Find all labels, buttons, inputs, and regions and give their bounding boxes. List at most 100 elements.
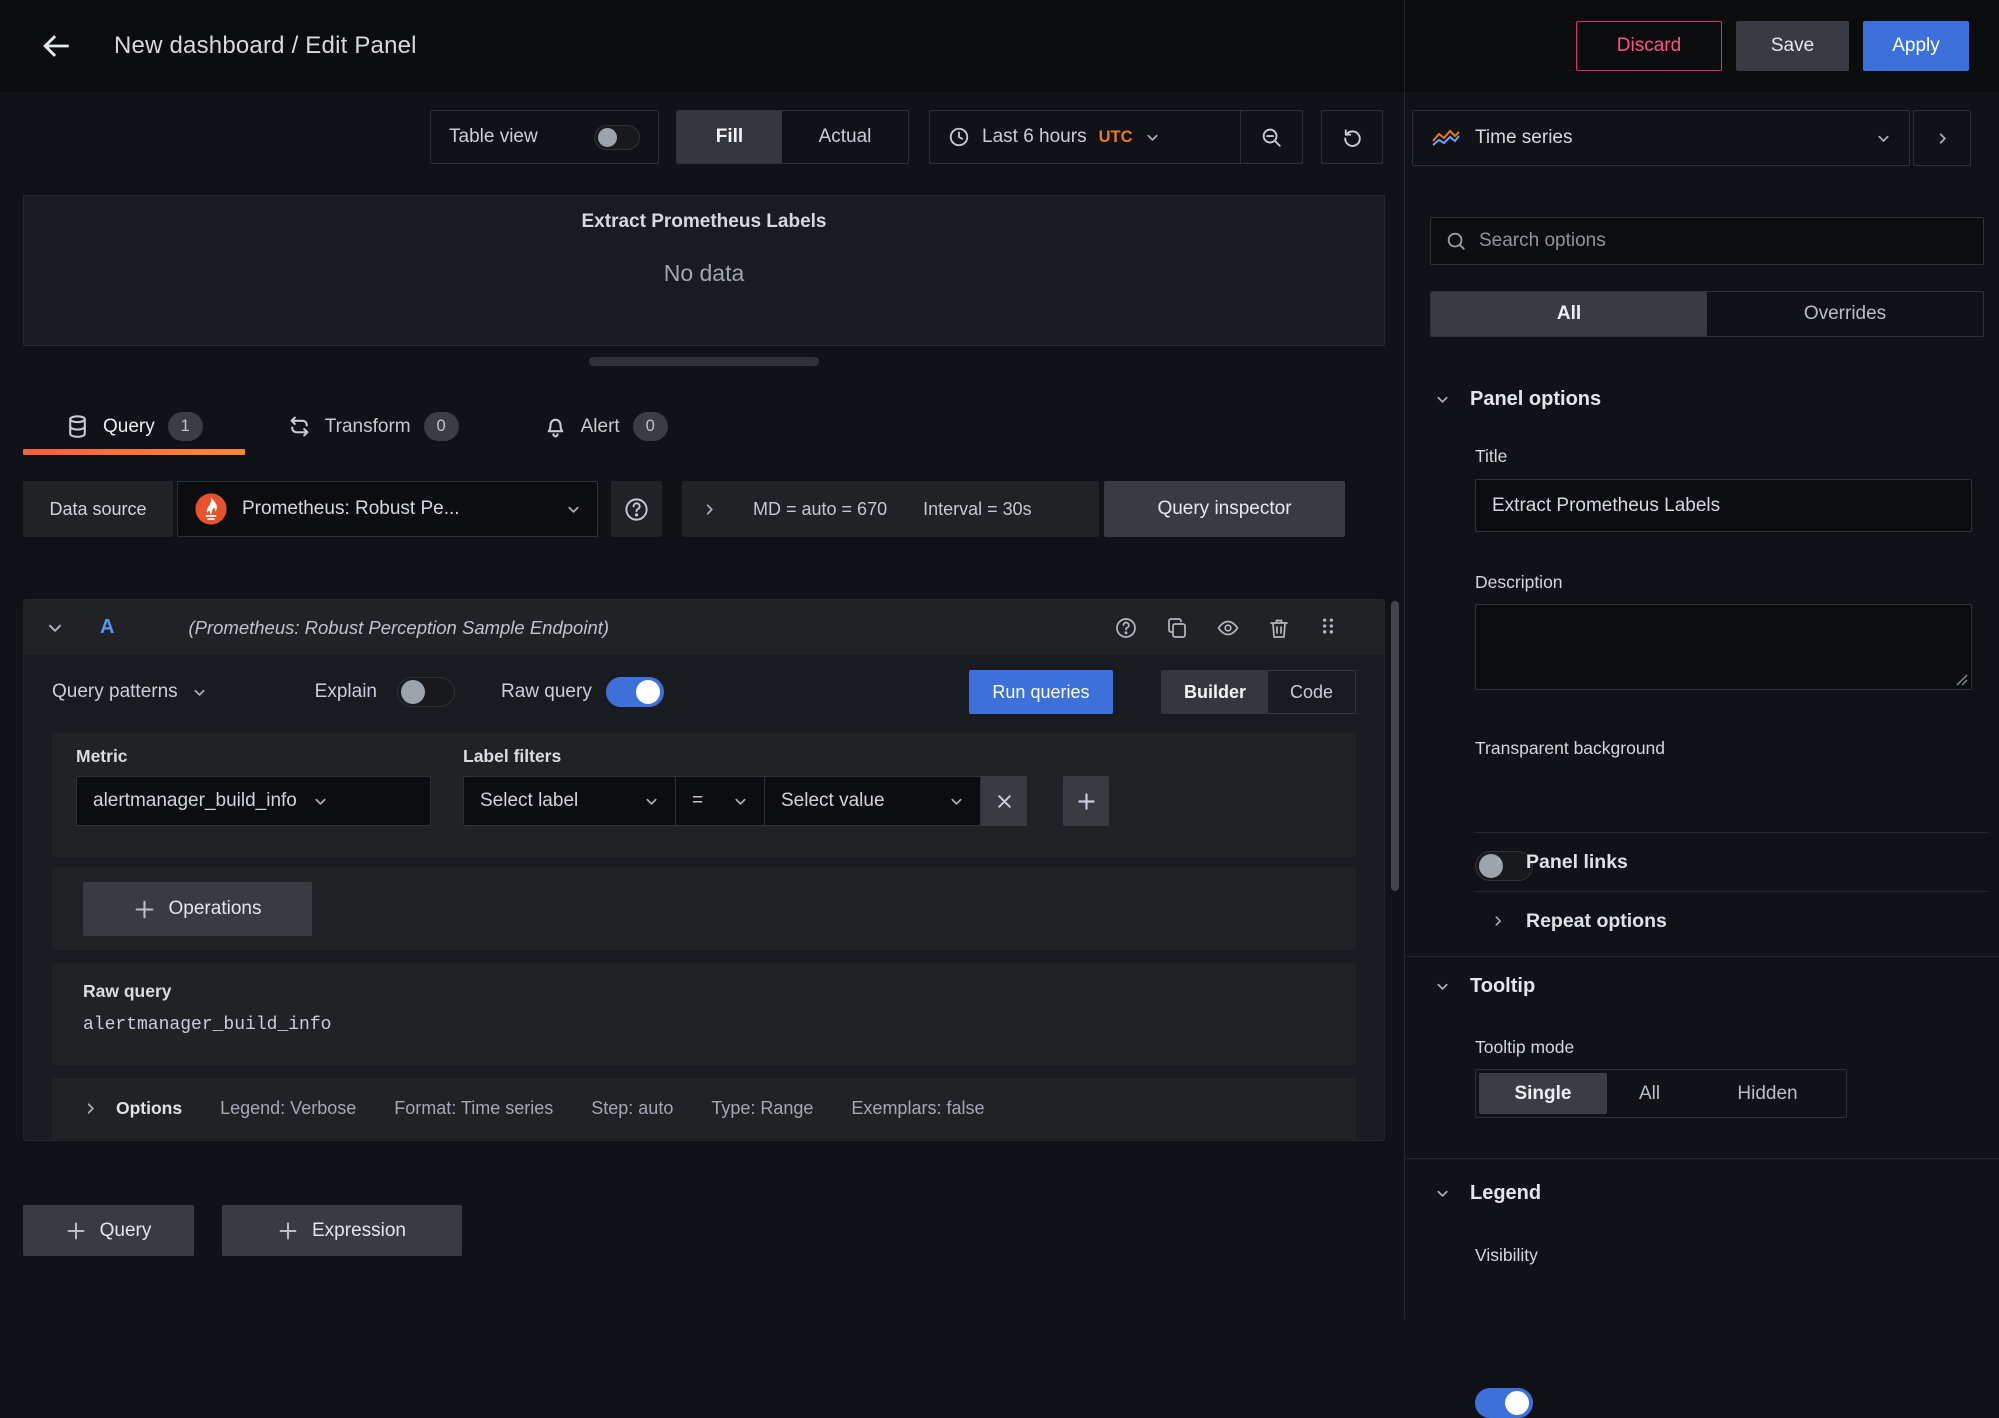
- plus-icon: [66, 1221, 86, 1241]
- main-scrollbar-thumb[interactable]: [1391, 601, 1399, 891]
- chevron-down-icon: [1435, 979, 1450, 994]
- options-type: Type: Range: [711, 1098, 813, 1119]
- datasource-label: Data source: [23, 481, 173, 537]
- help-icon[interactable]: [1114, 616, 1138, 640]
- select-value-value: Select value: [781, 790, 885, 812]
- panel-links-section[interactable]: Panel links: [1491, 833, 1628, 891]
- transform-icon: [287, 414, 312, 439]
- builder-mode-option[interactable]: Builder: [1162, 671, 1268, 713]
- query-options-summary[interactable]: MD = auto = 670 Interval = 30s: [682, 481, 1099, 537]
- explain-toggle[interactable]: [397, 677, 455, 707]
- page-title: New dashboard / Edit Panel: [114, 32, 417, 60]
- chevron-down-icon: [644, 794, 659, 809]
- run-queries-button[interactable]: Run queries: [969, 670, 1113, 714]
- tooltip-section-header[interactable]: Tooltip: [1435, 975, 1535, 998]
- prometheus-icon: [194, 492, 228, 526]
- options-label: Options: [116, 1098, 182, 1119]
- tab-alert-count: 0: [633, 412, 668, 441]
- filter-tab-all[interactable]: All: [1431, 292, 1707, 336]
- label-filters-label: Label filters: [463, 746, 1109, 767]
- tooltip-mode-single[interactable]: Single: [1479, 1073, 1607, 1114]
- clock-icon: [948, 126, 970, 148]
- query-options-row[interactable]: Options Legend: Verbose Format: Time ser…: [52, 1078, 1356, 1139]
- chevron-down-icon: [192, 685, 207, 700]
- chevron-down-icon: [1145, 130, 1160, 145]
- help-circle-icon: [623, 496, 650, 523]
- tab-alert[interactable]: Alert 0: [501, 398, 710, 455]
- chevron-right-icon: [1935, 131, 1950, 146]
- database-icon: [65, 414, 90, 439]
- panel-resize-handle[interactable]: [589, 357, 819, 366]
- operations-section: Operations: [52, 867, 1356, 950]
- zoom-out-time-button[interactable]: [1240, 111, 1302, 163]
- panel-options-section-header[interactable]: Panel options: [1435, 388, 1601, 411]
- section-divider: [1405, 1158, 1999, 1159]
- legend-visibility-toggle[interactable]: [1475, 1388, 1533, 1418]
- back-button[interactable]: [30, 20, 82, 72]
- metric-select[interactable]: alertmanager_build_info: [76, 776, 431, 826]
- tooltip-mode-switch: Single All Hidden: [1475, 1069, 1847, 1118]
- visualization-value: Time series: [1475, 127, 1572, 149]
- operator-dropdown[interactable]: =: [675, 776, 765, 826]
- code-mode-option[interactable]: Code: [1268, 671, 1355, 713]
- select-label-dropdown[interactable]: Select label: [463, 776, 676, 826]
- add-filter-button[interactable]: [1063, 776, 1109, 826]
- arrow-left-icon: [39, 29, 73, 63]
- interval-stat: Interval = 30s: [923, 499, 1032, 520]
- add-expression-label: Expression: [312, 1220, 406, 1242]
- add-expression-button[interactable]: Expression: [222, 1205, 462, 1256]
- magnifier-minus-icon: [1260, 126, 1283, 149]
- tab-transform[interactable]: Transform 0: [245, 398, 501, 455]
- options-search-input[interactable]: [1479, 230, 1969, 252]
- timeseries-chart-icon: [1431, 128, 1461, 148]
- query-row-header[interactable]: A (Prometheus: Robust Perception Sample …: [24, 600, 1384, 655]
- tooltip-mode-hidden[interactable]: Hidden: [1692, 1073, 1843, 1114]
- refresh-dashboard-button[interactable]: [1321, 110, 1383, 164]
- duplicate-query-icon[interactable]: [1165, 616, 1189, 640]
- repeat-options-section[interactable]: Repeat options: [1491, 892, 1667, 950]
- actual-mode-option[interactable]: Actual: [782, 111, 908, 163]
- panel-description-input[interactable]: [1475, 604, 1972, 690]
- tooltip-mode-all[interactable]: All: [1607, 1073, 1692, 1114]
- collapse-options-pane-button[interactable]: [1913, 110, 1971, 166]
- metric-filters-section: Metric alertmanager_build_info Label fil…: [52, 733, 1356, 857]
- options-collapse[interactable]: Options: [83, 1098, 182, 1119]
- search-icon: [1445, 230, 1467, 252]
- select-value-dropdown[interactable]: Select value: [764, 776, 981, 826]
- metric-group: Metric alertmanager_build_info: [76, 746, 431, 857]
- add-query-button[interactable]: Query: [23, 1205, 194, 1256]
- fill-mode-option[interactable]: Fill: [677, 111, 782, 163]
- drag-handle-icon[interactable]: [1318, 616, 1338, 640]
- query-inspector-button[interactable]: Query inspector: [1104, 481, 1345, 537]
- editor-tabs: Query 1 Transform 0 Alert 0: [23, 398, 710, 455]
- pane-size-mode: Fill Actual: [676, 110, 909, 164]
- metric-value: alertmanager_build_info: [93, 790, 297, 812]
- resize-grip-icon[interactable]: [1956, 674, 1968, 686]
- chevron-right-icon: [1491, 855, 1505, 869]
- legend-section-header[interactable]: Legend: [1435, 1182, 1541, 1205]
- raw-query-section: Raw query alertmanager_build_info: [52, 963, 1356, 1065]
- operator-value: =: [692, 790, 703, 812]
- table-view-toggle[interactable]: [594, 125, 640, 150]
- max-data-points-stat: MD = auto = 670: [753, 499, 887, 520]
- datasource-picker[interactable]: Prometheus: Robust Pe...: [177, 481, 598, 537]
- tab-transform-label: Transform: [325, 416, 411, 438]
- datasource-value: Prometheus: Robust Pe...: [242, 498, 460, 520]
- raw-query-toggle[interactable]: [606, 677, 664, 707]
- time-range-label: Last 6 hours: [982, 126, 1087, 148]
- remove-filter-button[interactable]: [981, 776, 1027, 826]
- tab-transform-count: 0: [424, 412, 459, 441]
- panel-title-input[interactable]: [1475, 479, 1972, 532]
- filter-tab-overrides[interactable]: Overrides: [1707, 292, 1983, 336]
- delete-query-icon[interactable]: [1267, 616, 1291, 640]
- datasource-help-button[interactable]: [611, 481, 662, 537]
- tab-query[interactable]: Query 1: [23, 398, 245, 455]
- add-operations-button[interactable]: Operations: [83, 882, 312, 936]
- hide-query-icon[interactable]: [1216, 616, 1240, 640]
- time-range-picker[interactable]: Last 6 hours UTC: [930, 111, 1240, 163]
- operations-button-label: Operations: [169, 898, 262, 920]
- tab-query-count: 1: [168, 412, 203, 441]
- visualization-picker[interactable]: Time series: [1412, 110, 1910, 166]
- chevron-down-icon: [46, 619, 64, 637]
- query-patterns-dropdown[interactable]: Query patterns: [52, 681, 207, 703]
